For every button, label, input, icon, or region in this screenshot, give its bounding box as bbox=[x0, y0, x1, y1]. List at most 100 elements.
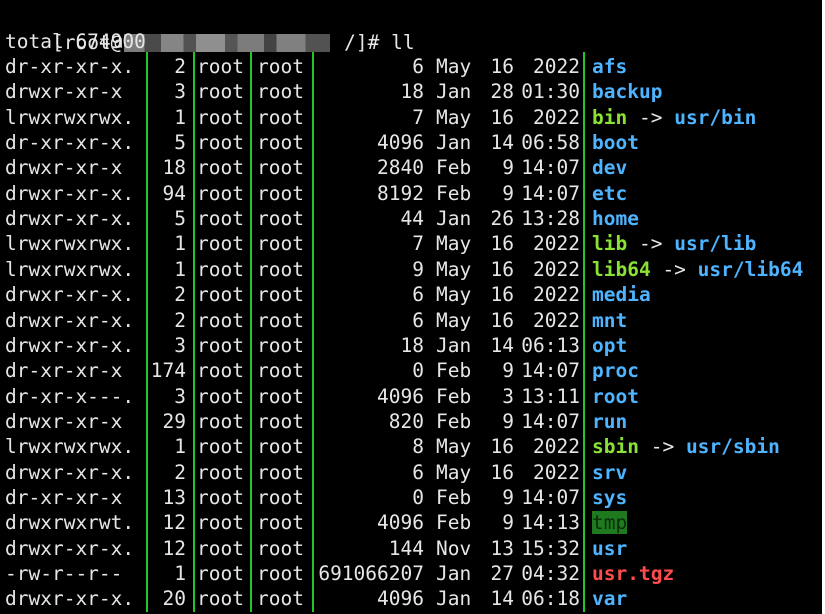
filename-cell[interactable]: run bbox=[592, 409, 627, 434]
month-cell: Feb bbox=[436, 359, 472, 383]
listing-row[interactable]: drwxr-xr-x. 20 root root 4096 Jan 14 06:18 var bbox=[0, 586, 822, 611]
directory-name[interactable]: backup bbox=[592, 80, 662, 103]
filename-cell[interactable]: var bbox=[592, 586, 627, 611]
symlink-arrow: -> bbox=[627, 105, 675, 129]
filename-cell[interactable]: sbin -> usr/sbin bbox=[592, 434, 780, 459]
terminal-window[interactable]: [root@ /]# ll total 674900 dr-xr-xr-x. 2 r… bbox=[0, 0, 822, 614]
listing-row[interactable]: lrwxrwxrwx. 1 root root 9 May 16 2022 lib64 -> u… bbox=[0, 257, 822, 282]
permissions-cell: drwxr-xr-x. bbox=[5, 536, 135, 560]
directory-name[interactable]: usr bbox=[592, 537, 627, 560]
directory-name[interactable]: proc bbox=[592, 359, 639, 382]
listing-row[interactable]: dr-xr-x---. 3 root root 4096 Feb 3 13:11 root bbox=[0, 384, 822, 409]
listing-row[interactable]: drwxr-xr-x 3 root root 18 Jan 28 01:30 backup bbox=[0, 79, 822, 104]
symlink-target[interactable]: usr/sbin bbox=[686, 435, 780, 458]
directory-name[interactable]: root bbox=[592, 385, 639, 408]
filename-cell[interactable]: home bbox=[592, 206, 639, 231]
directory-name[interactable]: dev bbox=[592, 156, 627, 179]
size-cell: 9 bbox=[412, 257, 424, 281]
size-cell: 8192 bbox=[377, 181, 424, 205]
listing-row[interactable]: drwxr-xr-x. 3 root root 18 Jan 14 06:13 opt bbox=[0, 333, 822, 358]
directory-name[interactable]: srv bbox=[592, 461, 627, 484]
permissions-cell: drwxr-xr-x bbox=[5, 80, 123, 104]
filename-cell[interactable]: mnt bbox=[592, 308, 627, 333]
listing-row[interactable]: drwxr-xr-x 29 root root 820 Feb 9 14:07 run bbox=[0, 409, 822, 434]
day-cell: 14 bbox=[490, 131, 514, 155]
owner-cell: root bbox=[197, 409, 244, 433]
filename-cell[interactable]: usr bbox=[592, 536, 627, 561]
month-cell: Feb bbox=[436, 181, 472, 205]
directory-name[interactable]: sys bbox=[592, 486, 627, 509]
filename-cell[interactable]: proc bbox=[592, 358, 639, 383]
day-cell: 9 bbox=[502, 156, 514, 180]
directory-name[interactable]: var bbox=[592, 587, 627, 610]
directory-name[interactable]: boot bbox=[592, 131, 639, 154]
listing-row[interactable]: lrwxrwxrwx. 1 root root 7 May 16 2022 bin -> usr… bbox=[0, 105, 822, 130]
group-cell: root bbox=[257, 207, 304, 231]
symlink-target[interactable]: usr/bin bbox=[674, 106, 756, 129]
filename-cell[interactable]: root bbox=[592, 384, 639, 409]
symlink-name[interactable]: sbin bbox=[592, 435, 639, 458]
time-year-cell: 2022 bbox=[533, 105, 580, 129]
listing-row[interactable]: drwxr-xr-x. 2 root root 6 May 16 2022 srv bbox=[0, 460, 822, 485]
symlink-target[interactable]: usr/lib bbox=[674, 232, 756, 255]
listing-row[interactable]: dr-xr-xr-x. 5 root root 4096 Jan 14 06:58 boot bbox=[0, 130, 822, 155]
listing-row[interactable]: drwxr-xr-x. 5 root root 44 Jan 26 13:28 home bbox=[0, 206, 822, 231]
directory-name[interactable]: run bbox=[592, 410, 627, 433]
filename-cell[interactable]: srv bbox=[592, 460, 627, 485]
listing-row[interactable]: dr-xr-xr-x 13 root root 0 Feb 9 14:07 sys bbox=[0, 485, 822, 510]
filename-cell[interactable]: lib64 -> usr/lib64 bbox=[592, 257, 803, 282]
directory-name[interactable]: opt bbox=[592, 334, 627, 357]
filename-cell[interactable]: boot bbox=[592, 130, 639, 155]
filename-cell[interactable]: afs bbox=[592, 54, 627, 79]
permissions-cell: drwxr-xr-x. bbox=[5, 181, 135, 205]
archive-file-name[interactable]: usr.tgz bbox=[592, 562, 674, 585]
filename-cell[interactable]: sys bbox=[592, 485, 627, 510]
filename-cell[interactable]: lib -> usr/lib bbox=[592, 231, 756, 256]
listing-row[interactable]: drwxr-xr-x. 2 root root 6 May 16 2022 media bbox=[0, 282, 822, 307]
filename-cell[interactable]: tmp bbox=[592, 510, 628, 535]
directory-name[interactable]: mnt bbox=[592, 309, 627, 332]
day-cell: 26 bbox=[490, 207, 514, 231]
filename-cell[interactable]: usr.tgz bbox=[592, 561, 674, 586]
listing-row[interactable]: drwxr-xr-x 18 root root 2840 Feb 9 14:07 dev bbox=[0, 155, 822, 180]
listing-row[interactable]: drwxr-xr-x. 94 root root 8192 Feb 9 14:07 etc bbox=[0, 181, 822, 206]
permissions-cell: drwxr-xr-x. bbox=[5, 587, 135, 611]
directory-name[interactable]: afs bbox=[592, 55, 627, 78]
month-cell: Jan bbox=[436, 207, 472, 231]
group-cell: root bbox=[257, 485, 304, 509]
directory-name[interactable]: tmp bbox=[592, 511, 628, 535]
filename-cell[interactable]: opt bbox=[592, 333, 627, 358]
time-year-cell: 2022 bbox=[533, 460, 580, 484]
link-count-cell: 1 bbox=[174, 562, 186, 585]
time-year-cell: 2022 bbox=[533, 283, 580, 307]
owner-cell: root bbox=[197, 232, 244, 256]
symlink-name[interactable]: bin bbox=[592, 106, 627, 129]
listing-row[interactable]: dr-xr-xr-x. 2 root root 6 May 16 2022 afs bbox=[0, 54, 822, 79]
listing-row[interactable]: dr-xr-xr-x 174 root root 0 Feb 9 14:07 proc bbox=[0, 358, 822, 383]
symlink-name[interactable]: lib bbox=[592, 232, 627, 255]
symlink-target[interactable]: usr/lib64 bbox=[698, 258, 804, 281]
filename-cell[interactable]: etc bbox=[592, 181, 627, 206]
listing-row[interactable]: drwxr-xr-x. 2 root root 6 May 16 2022 mnt bbox=[0, 308, 822, 333]
listing-row[interactable]: lrwxrwxrwx. 1 root root 7 May 16 2022 lib -> usr… bbox=[0, 231, 822, 256]
listing-row[interactable]: drwxr-xr-x. 12 root root 144 Nov 13 15:32 usr bbox=[0, 536, 822, 561]
filename-cell[interactable]: dev bbox=[592, 155, 627, 180]
owner-cell: root bbox=[197, 587, 244, 611]
owner-cell: root bbox=[197, 55, 244, 78]
time-year-cell: 2022 bbox=[533, 232, 580, 256]
directory-name[interactable]: media bbox=[592, 283, 651, 306]
symlink-arrow: -> bbox=[638, 435, 686, 459]
link-count-cell: 2 bbox=[174, 460, 186, 484]
filename-cell[interactable]: bin -> usr/bin bbox=[592, 105, 756, 130]
permissions-cell: drwxr-xr-x. bbox=[5, 460, 135, 484]
directory-name[interactable]: home bbox=[592, 207, 639, 230]
listing-row[interactable]: lrwxrwxrwx. 1 root root 8 May 16 2022 sbin -> us… bbox=[0, 434, 822, 459]
day-cell: 13 bbox=[490, 536, 514, 560]
filename-cell[interactable]: media bbox=[592, 282, 651, 307]
listing-row[interactable]: -rw-r--r-- 1 root root 691066207 Jan 27 04:32 us… bbox=[0, 561, 822, 586]
directory-name[interactable]: etc bbox=[592, 182, 627, 205]
listing-row[interactable]: drwxrwxrwt. 12 root root 4096 Feb 9 14:13 tmp bbox=[0, 510, 822, 535]
group-cell: root bbox=[257, 587, 304, 611]
filename-cell[interactable]: backup bbox=[592, 79, 662, 104]
symlink-name[interactable]: lib64 bbox=[592, 258, 651, 281]
